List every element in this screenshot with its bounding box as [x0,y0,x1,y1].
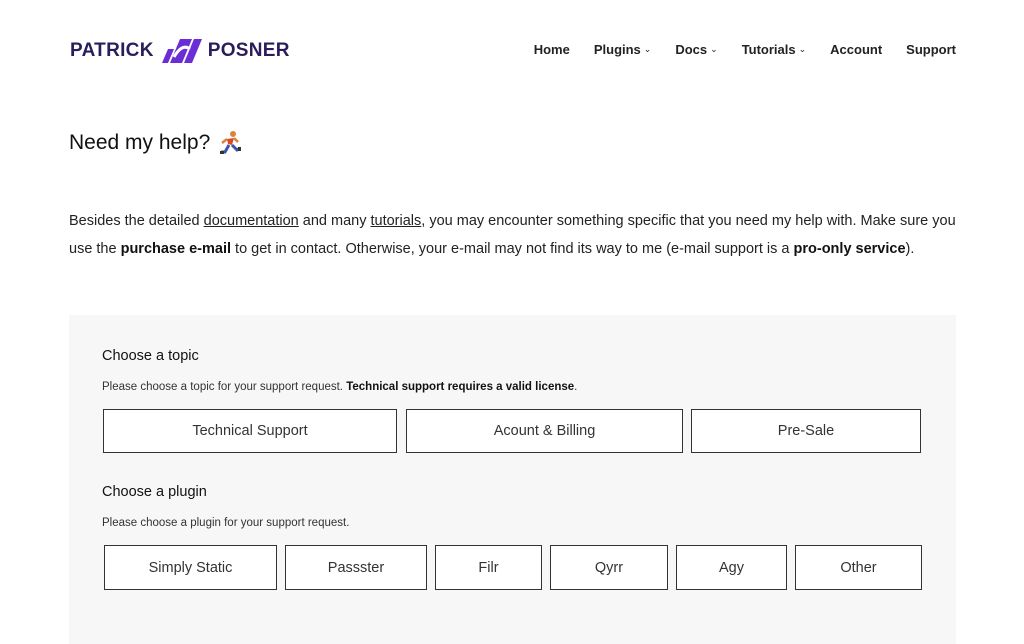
topic-section-description: Please choose a topic for your support r… [102,381,578,393]
running-person-icon [220,131,242,154]
logo-text-right: POSNER [207,40,290,61]
site-logo[interactable]: PATRICK POSNER [70,37,290,65]
topic-option-technical-support[interactable]: Technical Support [103,409,397,453]
main-nav: Home Plugins ⌄ Docs ⌄ Tutorials ⌄ Account S… [534,42,956,57]
plugin-option-other[interactable]: Other [795,545,922,590]
purchase-email-emphasis: purchase e-mail [120,240,232,257]
plugin-option-filr[interactable]: Filr [435,545,542,590]
nav-tutorials[interactable]: Tutorials ⌄ [742,42,806,57]
chevron-down-icon: ⌄ [798,44,807,54]
pro-only-emphasis: pro-only service [793,240,906,257]
chevron-down-icon: ⌄ [643,44,652,54]
nav-support[interactable]: Support [906,42,956,57]
support-form-panel: Choose a topic Please choose a topic for… [69,315,956,644]
tutorials-link[interactable]: tutorials [371,213,422,229]
plugin-option-passster[interactable]: Passster [285,545,427,590]
topic-option-account-billing[interactable]: Acount & Billing [406,409,683,453]
nav-account[interactable]: Account [830,42,882,57]
chevron-down-icon: ⌄ [710,44,718,54]
site-header: PATRICK POSNER Home Plugins ⌄ Docs ⌄ Tutor… [0,0,1024,100]
plugin-section-title: Choose a plugin [102,484,207,500]
nav-home[interactable]: Home [534,42,570,57]
nav-docs[interactable]: Docs ⌄ [675,42,717,57]
nav-plugins[interactable]: Plugins ⌄ [594,42,652,57]
plugin-option-simply-static[interactable]: Simply Static [104,545,277,590]
documentation-link[interactable]: documentation [204,213,299,229]
logo-mark-icon [161,39,202,63]
plugin-section-description: Please choose a plugin for your support … [102,517,350,529]
plugin-option-agy[interactable]: Agy [676,545,787,590]
topic-section-title: Choose a topic [102,348,199,364]
plugin-option-qyrr[interactable]: Qyrr [550,545,668,590]
intro-paragraph: Besides the detailed documentation and m… [69,213,956,257]
logo-text-left: PATRICK [70,40,154,61]
page-title: Need my help? [69,130,242,156]
topic-option-pre-sale[interactable]: Pre-Sale [691,409,921,453]
